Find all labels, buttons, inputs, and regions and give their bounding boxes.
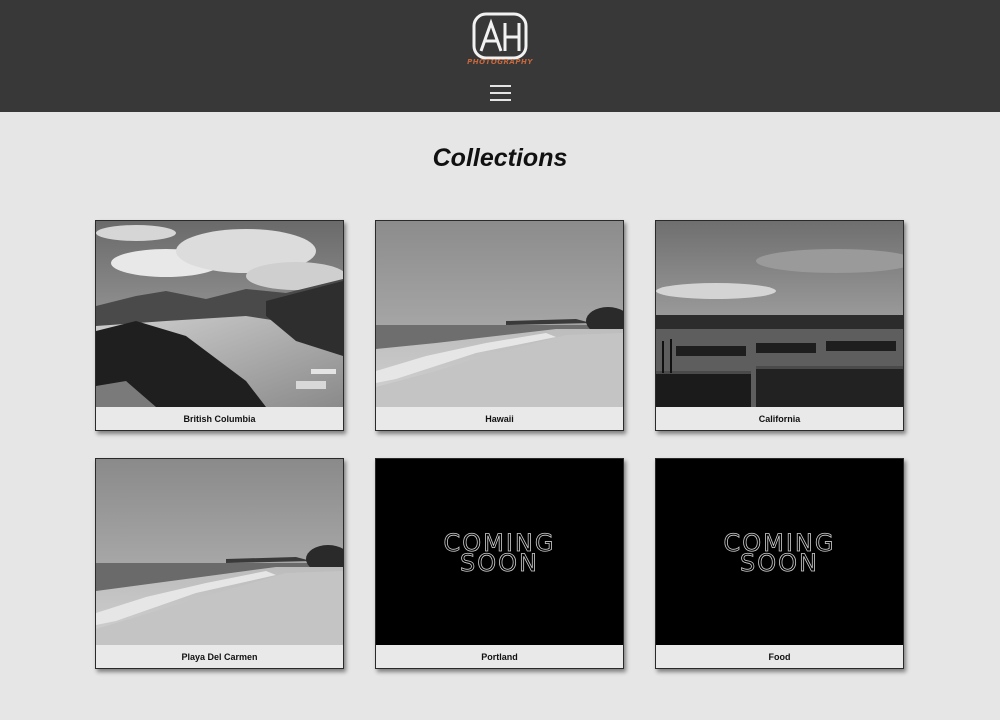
mountains-river-photo [96, 221, 343, 407]
beach-photo [96, 459, 343, 645]
collection-card-portland[interactable]: COMING SOON Portland [375, 458, 624, 669]
coming-soon-placeholder: COMING SOON [376, 459, 623, 645]
coming-soon-text: SOON [460, 549, 539, 578]
logo-subtitle: PHOTOGRAPHY [467, 58, 533, 66]
collection-label: Playa Del Carmen [181, 652, 258, 662]
hamburger-menu-icon[interactable] [490, 85, 511, 101]
coming-soon-text: SOON [740, 549, 819, 578]
collection-card-british-columbia[interactable]: British Columbia [95, 220, 344, 431]
collection-card-hawaii[interactable]: Hawaii [375, 220, 624, 431]
collection-card-food[interactable]: COMING SOON Food [655, 458, 904, 669]
collection-label: Hawaii [485, 414, 514, 424]
beach-photo [376, 221, 623, 407]
collection-card-playa-del-carmen[interactable]: Playa Del Carmen [95, 458, 344, 669]
collection-card-california[interactable]: California [655, 220, 904, 431]
pier-docks-photo [656, 221, 903, 407]
site-header: PHOTOGRAPHY [0, 0, 1000, 112]
page-title: Collections [432, 144, 568, 172]
collection-label: Food [768, 652, 791, 662]
collection-label: British Columbia [183, 414, 256, 424]
collection-label: California [758, 414, 801, 424]
coming-soon-placeholder: COMING SOON [656, 459, 903, 645]
collection-label: Portland [481, 652, 518, 662]
